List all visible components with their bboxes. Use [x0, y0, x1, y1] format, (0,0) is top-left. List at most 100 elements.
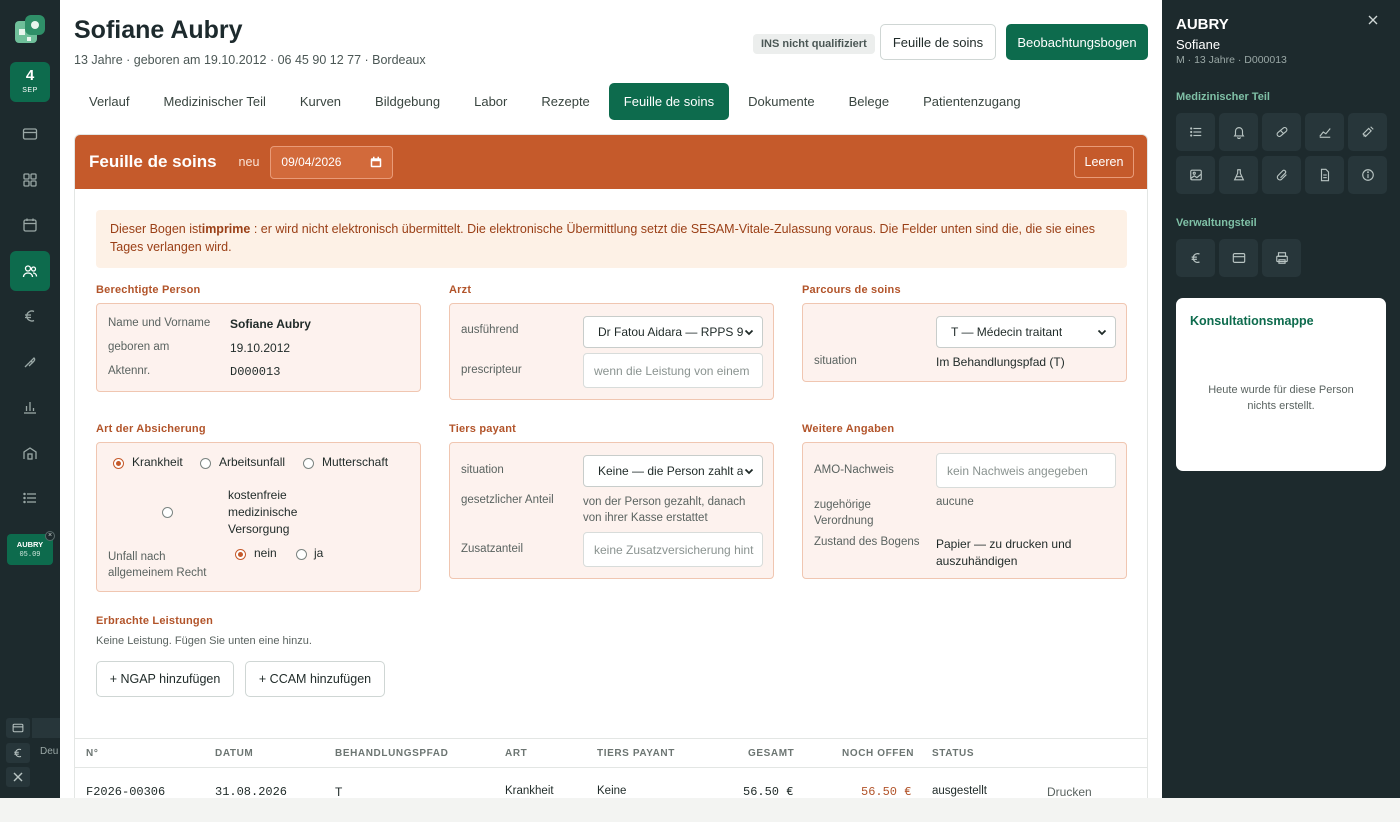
document-icon-button[interactable]	[1305, 156, 1344, 194]
zustand-label: Zustand des Bogens	[814, 536, 920, 548]
absicherung-box: Krankheit Arbeitsunfall Mutterschaft kos…	[96, 442, 421, 592]
row-offen: 56.50 €	[861, 785, 912, 798]
nav-statistics[interactable]	[10, 387, 50, 427]
new-label: neu	[238, 155, 260, 169]
nav-calendar[interactable]	[10, 205, 50, 245]
tab-bildgebung[interactable]: Bildgebung	[360, 83, 455, 120]
nav-dashboard[interactable]	[10, 160, 50, 200]
radio-mutterschaft[interactable]	[303, 458, 314, 469]
info-icon-button[interactable]	[1348, 156, 1387, 194]
calendar-icon	[23, 218, 37, 232]
pill-icon-button[interactable]	[1262, 113, 1301, 151]
col-datum: DATUM	[215, 748, 254, 759]
notice-post: : er wird nicht elektronisch übermittelt…	[110, 222, 1095, 254]
tiers-situation-label: situation	[461, 464, 504, 476]
euro-icon	[1191, 253, 1200, 263]
akten-label: Aktennr.	[108, 365, 151, 377]
zusatz-input[interactable]: keine Zusatzversicherung hint	[583, 532, 763, 567]
konsultationsmappe-card: Konsultationsmappe Heute wurde für diese…	[1176, 298, 1386, 471]
card-icon-button[interactable]	[1219, 239, 1258, 277]
radio-krankheit[interactable]	[113, 458, 124, 469]
tiers-situation-value: Keine — die Person zahlt a	[598, 464, 744, 478]
tiers-situation-select[interactable]: Keine — die Person zahlt a	[583, 455, 763, 487]
leeren-button[interactable]: Leeren	[1074, 146, 1134, 178]
patient-side-panel: AUBRY Sofiane M · 13 Jahre · D000013 Med…	[1162, 0, 1400, 798]
date-input[interactable]: 09/04/2026	[270, 145, 394, 179]
date-value: 09/04/2026	[281, 155, 342, 169]
leistungen-empty: Keine Leistung. Fügen Sie unten eine hin…	[96, 635, 312, 647]
unfall-label: Unfall nach allgemeinem Recht	[108, 551, 207, 579]
prescripteur-input[interactable]: wenn die Leistung von einem	[583, 353, 763, 388]
amo-label: AMO-Nachweis	[814, 464, 894, 476]
list-icon-button[interactable]	[1176, 113, 1215, 151]
main-area: Sofiane Aubry 13 Jahre · geboren am 19.1…	[60, 0, 1162, 798]
language-label[interactable]: Deu	[40, 746, 58, 757]
nav-finance[interactable]	[10, 296, 50, 336]
arzt-box: ausführend Dr Fatou Aidara — RPPS 9 pres…	[449, 303, 774, 400]
tab-dokumente[interactable]: Dokumente	[733, 83, 829, 120]
tiers-title: Tiers payant	[449, 423, 517, 435]
chevron-down-icon	[744, 468, 754, 475]
arzt-title: Arzt	[449, 284, 472, 296]
mini-close-button[interactable]	[6, 767, 30, 787]
tab-feuille-de-soins[interactable]: Feuille de soins	[608, 83, 730, 120]
tab-kurven[interactable]: Kurven	[285, 83, 356, 120]
close-chip-icon[interactable]: ×	[45, 531, 55, 541]
line-chart-icon	[1318, 128, 1331, 138]
tab-medizinischer-teil[interactable]: Medizinischer Teil	[148, 83, 280, 120]
open-patient-chip[interactable]: AUBRY 05.09 ×	[7, 531, 55, 565]
bell-icon-button[interactable]	[1219, 113, 1258, 151]
pill-icon	[24, 357, 36, 368]
feuille-de-soins-button[interactable]: Feuille de soins	[880, 24, 996, 60]
calendar-icon	[371, 156, 382, 168]
nav-billing[interactable]	[10, 114, 50, 154]
tab-verlauf[interactable]: Verlauf	[74, 83, 144, 120]
name-value: Sofiane Aubry	[230, 317, 311, 331]
bar-chart-icon	[24, 402, 36, 414]
born-value: 19.10.2012	[230, 341, 291, 355]
ausfuehrend-select[interactable]: Dr Fatou Aidara — RPPS 9	[583, 316, 763, 348]
leistungen-title: Erbrachte Leistungen	[96, 615, 214, 627]
nav-practice[interactable]	[10, 433, 50, 473]
col-pfad: BEHANDLUNGSPFAD	[335, 748, 449, 759]
chart-icon-button[interactable]	[1305, 113, 1344, 151]
tab-patientenzugang[interactable]: Patientenzugang	[908, 83, 1036, 120]
row-drucken-link[interactable]: Drucken	[1047, 785, 1092, 798]
grid-icon	[23, 173, 37, 187]
tab-rezepte[interactable]: Rezepte	[526, 83, 604, 120]
radio-kostenfreie[interactable]	[162, 507, 173, 518]
radio-unfall-nein[interactable]	[235, 549, 246, 560]
nav-list[interactable]	[10, 478, 50, 518]
add-ccam-button[interactable]: + CCAM hinzufügen	[245, 661, 385, 697]
card-icon	[12, 723, 24, 733]
printer-icon-button[interactable]	[1262, 239, 1301, 277]
mini-card-button[interactable]	[6, 718, 30, 738]
nav-prescriptions[interactable]	[10, 342, 50, 382]
mini-panel	[32, 718, 60, 738]
euro-icon-button[interactable]	[1176, 239, 1215, 277]
paperclip-icon-button[interactable]	[1262, 156, 1301, 194]
mappe-title: Konsultationsmappe	[1190, 314, 1314, 328]
today-month: SEP	[22, 87, 38, 94]
add-ngap-button[interactable]: + NGAP hinzufügen	[96, 661, 234, 697]
syringe-icon-button[interactable]	[1348, 113, 1387, 151]
list-icon	[1189, 127, 1201, 137]
amo-input[interactable]: kein Nachweis angegeben	[936, 453, 1116, 488]
beobachtungsbogen-button[interactable]: Beobachtungsbogen	[1006, 24, 1148, 60]
tab-belege[interactable]: Belege	[834, 83, 904, 120]
radio-arbeitsunfall[interactable]	[200, 458, 211, 469]
image-icon-button[interactable]	[1176, 156, 1215, 194]
app-logo-icon[interactable]	[13, 13, 47, 47]
parcours-select[interactable]: T — Médecin traitant	[936, 316, 1116, 348]
chevron-down-icon	[1097, 329, 1107, 336]
radio-unfall-ja[interactable]	[296, 549, 307, 560]
users-icon	[22, 265, 38, 278]
flask-icon-button[interactable]	[1219, 156, 1258, 194]
parcours-value: T — Médecin traitant	[951, 325, 1063, 339]
tab-labor[interactable]: Labor	[459, 83, 522, 120]
mini-euro-button[interactable]	[6, 743, 30, 763]
today-date-badge[interactable]: 4 SEP	[10, 62, 50, 102]
krankheit-label: Krankheit	[132, 455, 183, 469]
nav-patients[interactable]	[10, 251, 50, 291]
close-panel-icon[interactable]	[1368, 15, 1378, 25]
